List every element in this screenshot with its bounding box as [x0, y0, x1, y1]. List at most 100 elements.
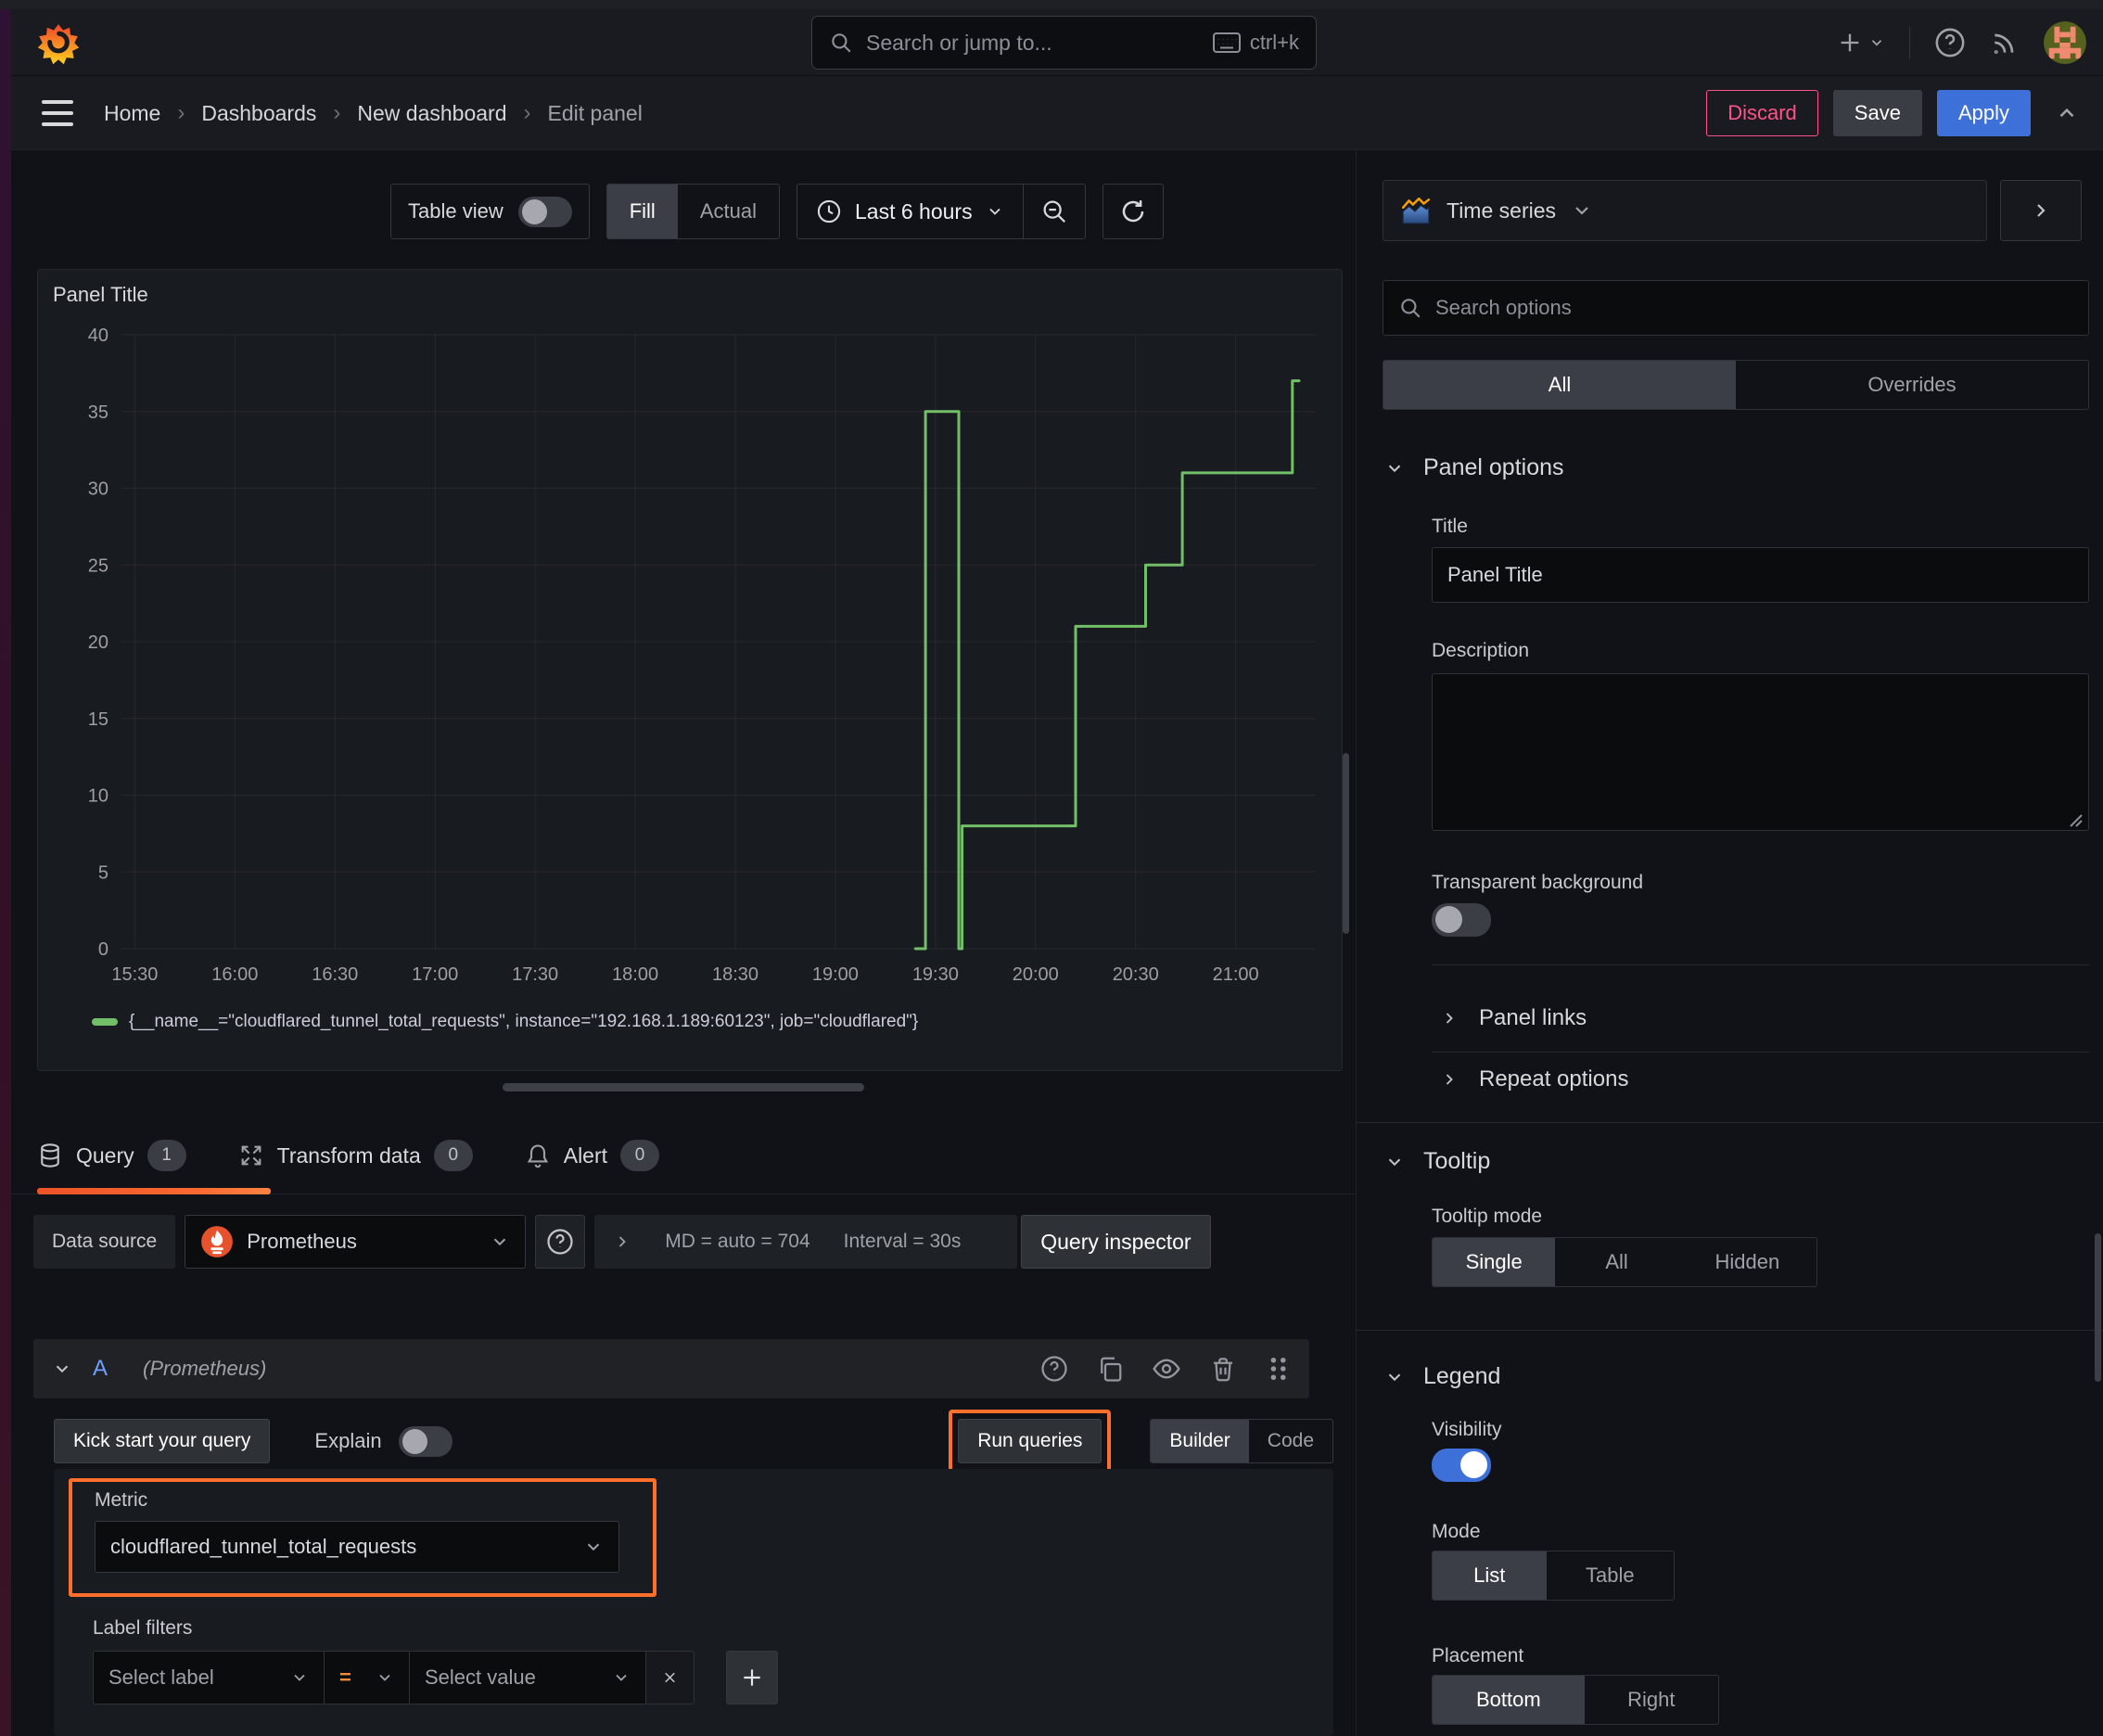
panel-options-title: Panel options — [1423, 454, 1564, 480]
plus-icon — [744, 1669, 760, 1686]
drag-query-icon[interactable] — [1265, 1355, 1291, 1383]
title-field[interactable] — [1447, 563, 2073, 587]
add-filter-button[interactable] — [726, 1651, 778, 1704]
datasource-row: Data source Prometheus MD = auto = 704 I… — [33, 1215, 1211, 1269]
svg-text:35: 35 — [88, 402, 108, 423]
time-series-chart[interactable]: 0 5 10 15 20 25 30 35 40 15:30 16:00 16:30 17:00 17:3… — [47, 322, 1334, 995]
query-help-icon[interactable] — [1040, 1355, 1068, 1383]
chart-legend[interactable]: {__name__="cloudflared_tunnel_total_requ… — [92, 1012, 918, 1032]
apply-button[interactable]: Apply — [1936, 90, 2031, 136]
add-menu-button[interactable] — [1837, 30, 1885, 56]
duplicate-query-icon[interactable] — [1096, 1355, 1124, 1383]
chevron-down-icon — [494, 1238, 506, 1246]
description-field[interactable] — [1432, 673, 2089, 831]
metric-value: cloudflared_tunnel_total_requests — [110, 1535, 417, 1558]
legend-title: Legend — [1423, 1363, 1501, 1389]
repeat-options-label: Repeat options — [1479, 1066, 1629, 1091]
remove-filter-button[interactable] — [646, 1651, 695, 1704]
metric-select[interactable]: cloudflared_tunnel_total_requests — [95, 1521, 619, 1573]
svg-text:0: 0 — [98, 939, 108, 960]
legend-mode-table[interactable]: Table — [1547, 1551, 1674, 1600]
datasource-picker[interactable]: Prometheus — [185, 1215, 527, 1269]
select-value-dropdown[interactable]: Select value — [410, 1651, 646, 1704]
panel-links-section[interactable]: Panel links — [1440, 1005, 1587, 1031]
svg-text:16:00: 16:00 — [211, 964, 258, 985]
metric-highlight: Metric cloudflared_tunnel_total_requests — [69, 1478, 656, 1597]
viz-type-select[interactable]: Time series — [1383, 180, 1987, 241]
user-avatar[interactable] — [2044, 21, 2086, 64]
breadcrumb-edit-panel: Edit panel — [547, 100, 643, 125]
left-scrollbar-thumb[interactable] — [1343, 753, 1349, 934]
tab-overrides[interactable]: Overrides — [1736, 361, 2088, 409]
select-value-placeholder: Select value — [425, 1666, 536, 1689]
svg-text:20: 20 — [88, 632, 108, 653]
hide-query-icon[interactable] — [1152, 1354, 1181, 1384]
breadcrumb-new-dashboard[interactable]: New dashboard — [357, 101, 506, 126]
grafana-logo[interactable] — [37, 22, 80, 65]
transparent-bg-toggle[interactable] — [1432, 903, 1491, 937]
top-nav-bar: ctrl+k — [11, 9, 2103, 76]
zoom-out-icon — [1043, 200, 1065, 223]
table-view-toggle[interactable] — [517, 196, 572, 227]
explain-toggle[interactable] — [398, 1425, 452, 1457]
editor-tabs: Query 1 Transform data 0 Alert 0 — [11, 1118, 1356, 1194]
discard-button[interactable]: Discard — [1706, 90, 1818, 136]
panel-options-header[interactable]: Panel options — [1384, 454, 1564, 481]
collapse-sidebar-button[interactable] — [2000, 180, 2082, 241]
query-count-badge: 1 — [147, 1140, 186, 1171]
query-ref-id[interactable]: A — [93, 1356, 108, 1382]
run-queries-button[interactable]: Run queries — [958, 1419, 1102, 1463]
tooltip-all[interactable]: All — [1555, 1238, 1677, 1286]
news-icon[interactable] — [1990, 28, 2020, 57]
chevron-down-icon — [988, 208, 1001, 215]
pane-resize-handle[interactable] — [503, 1083, 864, 1091]
menu-icon[interactable] — [42, 100, 73, 126]
legend-mode-switch: List Table — [1432, 1551, 1675, 1601]
legend-mode-list[interactable]: List — [1433, 1551, 1547, 1600]
collapse-header-icon[interactable] — [2055, 101, 2079, 125]
options-search-input[interactable] — [1435, 296, 2073, 320]
tooltip-hidden[interactable]: Hidden — [1678, 1238, 1816, 1286]
help-icon[interactable] — [1934, 27, 1966, 58]
zoom-out-button[interactable] — [1024, 198, 1085, 225]
tooltip-header[interactable]: Tooltip — [1384, 1148, 1490, 1175]
operator-dropdown[interactable]: = — [325, 1651, 410, 1704]
options-search[interactable] — [1383, 280, 2089, 336]
fill-option[interactable]: Fill — [606, 185, 678, 238]
kickstart-button[interactable]: Kick start your query — [54, 1419, 271, 1463]
placement-right[interactable]: Right — [1585, 1676, 1718, 1724]
select-label-dropdown[interactable]: Select label — [93, 1651, 325, 1704]
clock-icon — [816, 198, 842, 224]
breadcrumb-dashboards[interactable]: Dashboards — [201, 101, 316, 126]
legend-visibility-toggle[interactable] — [1432, 1449, 1491, 1482]
search-input[interactable] — [866, 30, 1200, 56]
legend-series-name[interactable]: {__name__="cloudflared_tunnel_total_requ… — [129, 1012, 918, 1032]
svg-text:40: 40 — [88, 326, 108, 346]
datasource-help-button[interactable] — [535, 1215, 586, 1269]
time-range-picker[interactable]: Last 6 hours — [797, 198, 1023, 224]
query-stats[interactable]: MD = auto = 704 Interval = 30s — [594, 1215, 1018, 1269]
tab-all[interactable]: All — [1383, 361, 1736, 409]
panel-title[interactable]: Panel Title — [53, 283, 148, 307]
global-search[interactable]: ctrl+k — [811, 16, 1317, 70]
query-row-header[interactable]: A (Prometheus) — [33, 1339, 1309, 1398]
sidebar-scrollbar-thumb[interactable] — [2095, 1233, 2101, 1382]
actual-option[interactable]: Actual — [678, 185, 779, 238]
legend-header[interactable]: Legend — [1384, 1363, 1500, 1390]
builder-option[interactable]: Builder — [1151, 1420, 1249, 1462]
tab-alert[interactable]: Alert 0 — [525, 1140, 660, 1171]
chevron-down-icon — [1575, 207, 1588, 215]
breadcrumb-home[interactable]: Home — [104, 101, 160, 126]
tab-transform[interactable]: Transform data 0 — [238, 1140, 473, 1171]
database-icon — [37, 1142, 63, 1168]
tab-query[interactable]: Query 1 — [37, 1140, 186, 1171]
section-divider — [1357, 1330, 2103, 1331]
repeat-options-section[interactable]: Repeat options — [1440, 1066, 1628, 1092]
save-button[interactable]: Save — [1832, 90, 1922, 136]
tooltip-single[interactable]: Single — [1433, 1238, 1556, 1286]
refresh-button[interactable] — [1102, 184, 1164, 239]
placement-bottom[interactable]: Bottom — [1433, 1676, 1585, 1724]
delete-query-icon[interactable] — [1209, 1355, 1237, 1383]
query-inspector-button[interactable]: Query inspector — [1021, 1215, 1211, 1269]
code-option[interactable]: Code — [1249, 1420, 1332, 1462]
